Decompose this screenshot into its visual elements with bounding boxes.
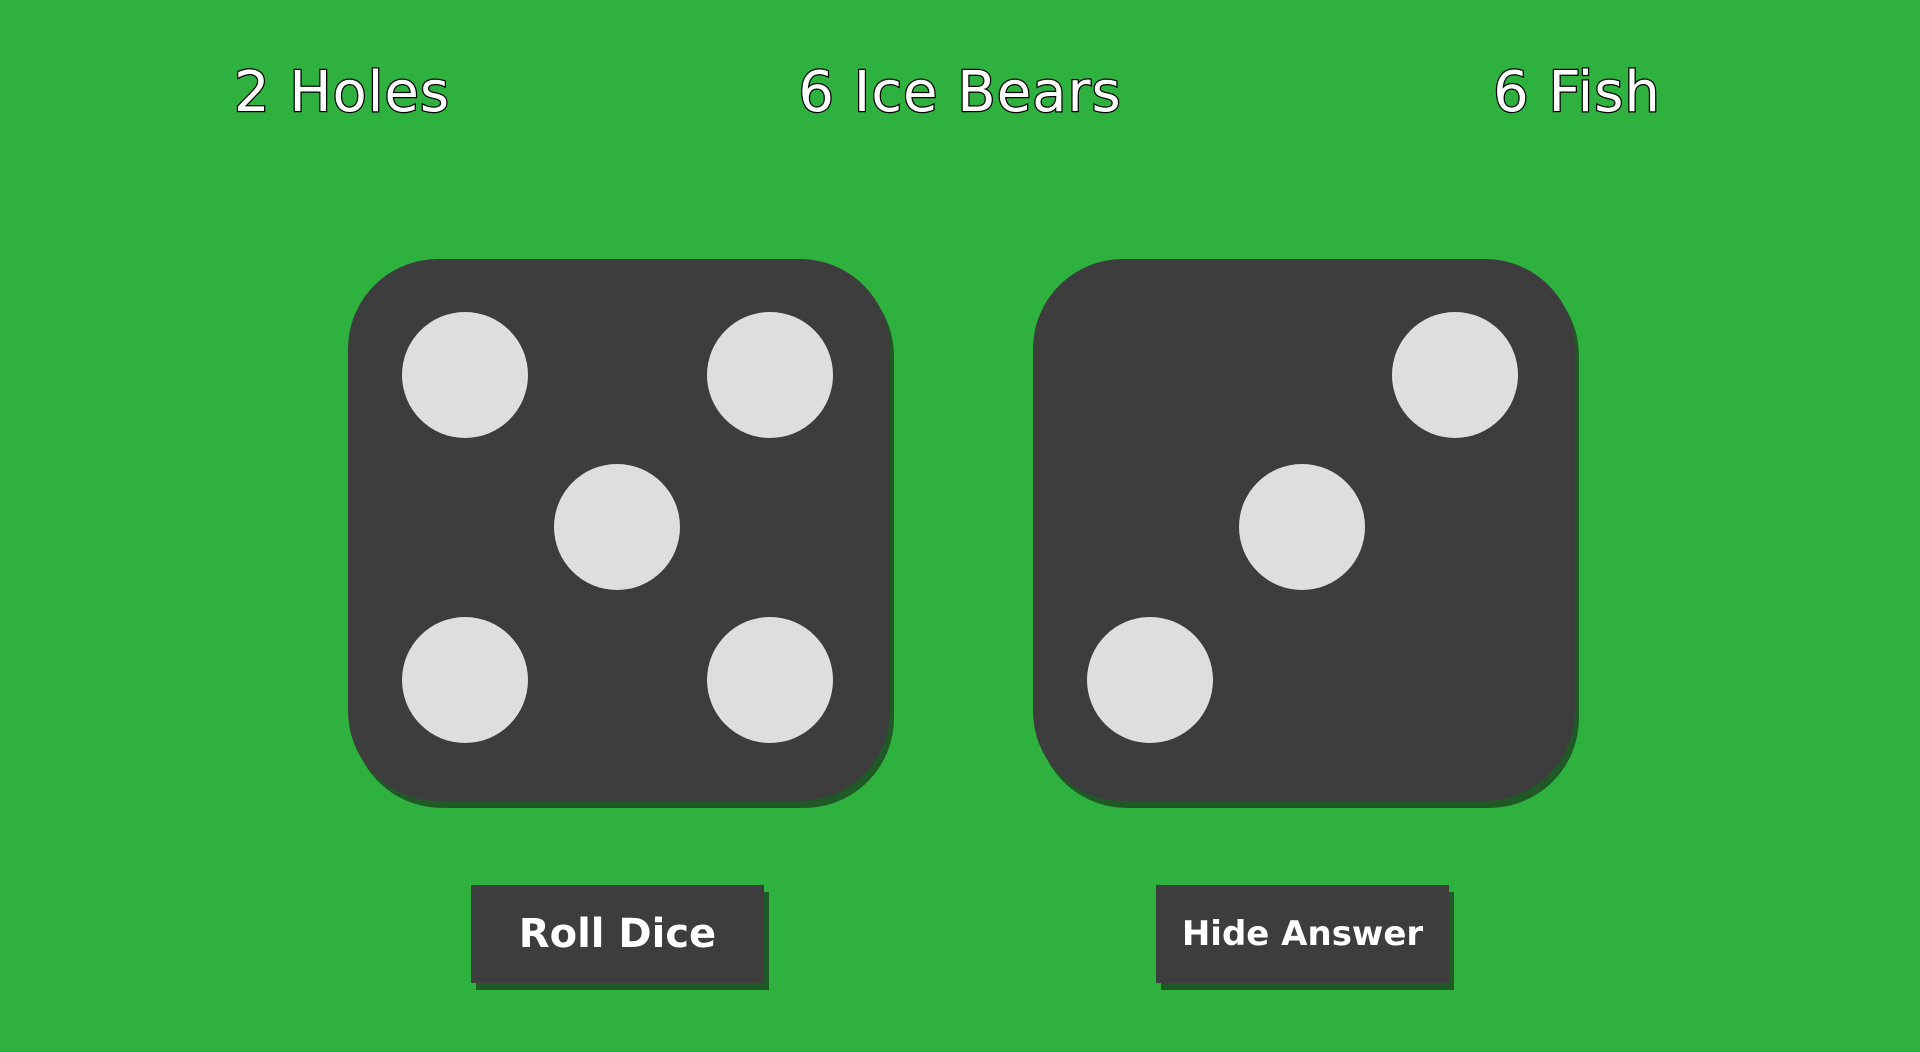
holes-answer: 2 Holes <box>233 59 451 127</box>
die-pip <box>402 312 528 438</box>
die-right <box>1033 259 1575 801</box>
die-left <box>348 259 890 801</box>
roll-dice-button[interactable]: Roll Dice <box>471 885 764 983</box>
die-pip <box>707 312 833 438</box>
die-pip <box>554 464 680 590</box>
hide-answer-button[interactable]: Hide Answer <box>1156 885 1449 983</box>
die-pip <box>402 617 528 743</box>
die-pip <box>1392 312 1518 438</box>
die-pip <box>1239 464 1365 590</box>
die-pip <box>1087 617 1213 743</box>
fish-answer: 6 Fish <box>1492 59 1661 127</box>
ice-bears-answer: 6 Ice Bears <box>797 59 1122 127</box>
die-pip <box>707 617 833 743</box>
